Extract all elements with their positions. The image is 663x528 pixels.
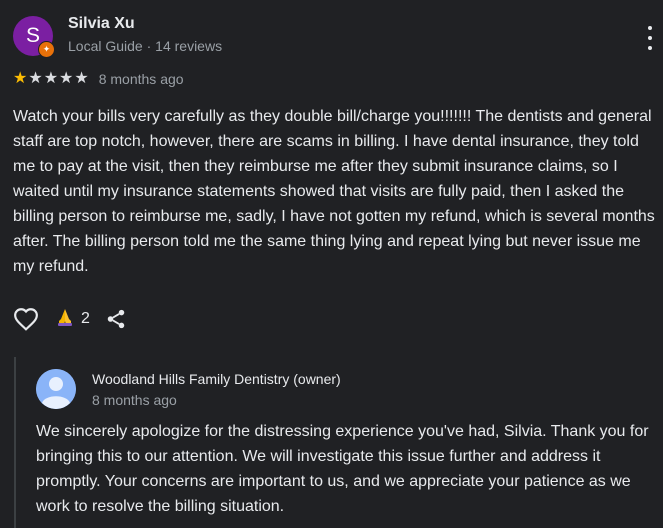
review-actions: 2 (13, 306, 128, 332)
star-empty-icon: ★ (28, 70, 43, 87)
more-options-icon[interactable] (644, 26, 656, 50)
rating-row: ★ ★ ★ ★ ★ 8 months ago (13, 69, 184, 89)
reviewer-name[interactable]: Silvia Xu (68, 15, 135, 33)
reaction-count: 2 (81, 310, 90, 327)
folded-hands-emoji-icon (55, 307, 75, 332)
star-filled-icon: ★ (13, 70, 28, 87)
owner-name: Woodland Hills Family Dentistry (owner) (92, 371, 341, 387)
heart-outline-icon[interactable] (13, 306, 39, 332)
share-icon[interactable] (104, 307, 128, 331)
review-text: Watch your bills very carefully as they … (13, 108, 655, 275)
star-rating: ★ ★ ★ ★ ★ (13, 69, 89, 89)
default-profile-avatar-icon (36, 369, 76, 409)
owner-reply: Woodland Hills Family Dentistry (owner) … (14, 357, 663, 528)
star-empty-icon: ★ (59, 70, 74, 87)
reaction-button[interactable]: 2 (55, 307, 90, 332)
review-time: 8 months ago (98, 71, 184, 87)
owner-reply-time: 8 months ago (92, 392, 177, 408)
avatar-initial: S (25, 24, 40, 47)
owner-reply-text: We sincerely apologize for the distressi… (36, 423, 649, 515)
star-empty-icon: ★ (74, 70, 89, 87)
reviewer-meta[interactable]: Local Guide · 14 reviews (68, 38, 222, 54)
star-empty-icon: ★ (43, 70, 59, 87)
local-guide-star-icon: ✦ (38, 41, 55, 58)
